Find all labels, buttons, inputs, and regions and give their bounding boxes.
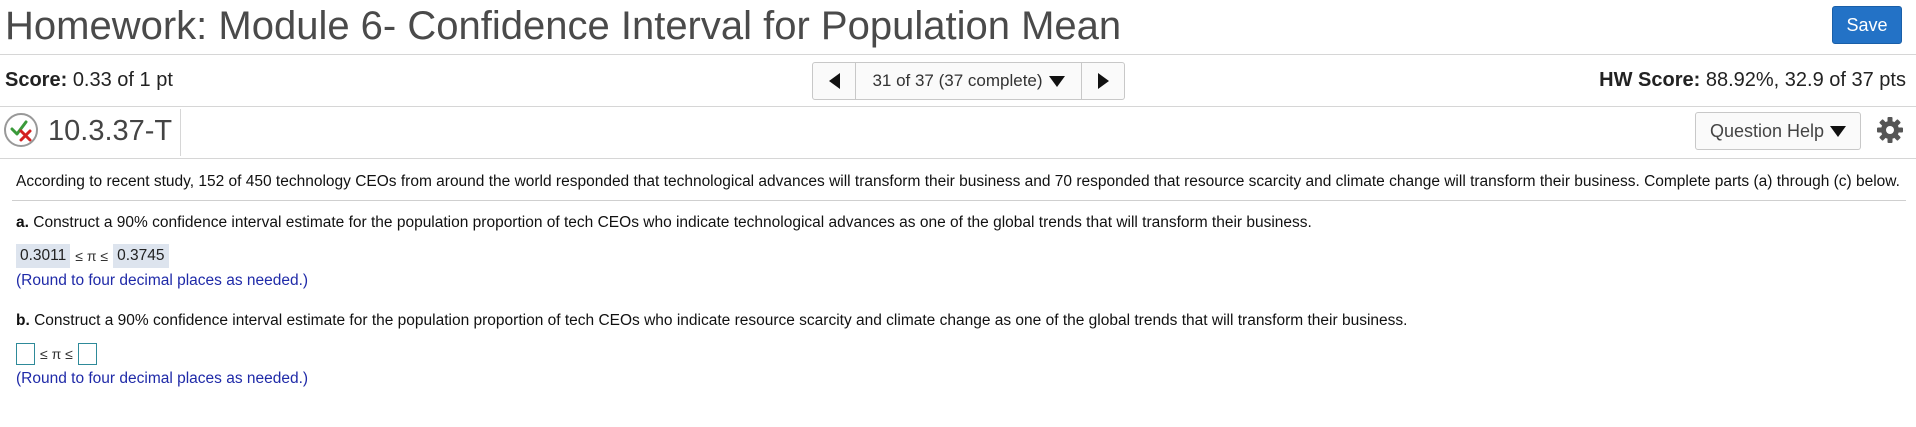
hw-score-value: 88.92%, 32.9 of 37 pts	[1705, 69, 1906, 91]
progress-text: 31 of 37 (37 complete)	[872, 71, 1043, 90]
part-a-text: Construct a 90% confidence interval esti…	[33, 214, 1312, 231]
divider	[12, 200, 1906, 201]
divider	[180, 109, 181, 156]
question-help-button[interactable]: Question Help	[1695, 112, 1861, 150]
question-pager: 31 of 37 (37 complete)	[812, 62, 1125, 100]
partial-credit-check-x-icon	[4, 113, 38, 147]
question-content: According to recent study, 152 of 450 te…	[12, 171, 1906, 389]
hw-score-label: HW Score:	[1599, 69, 1701, 91]
part-a-answer: 0.3011 ≤ π ≤ 0.3745	[16, 244, 1900, 268]
triangle-down-icon	[1048, 75, 1065, 87]
rounding-hint: (Round to four decimal places as needed.…	[16, 272, 309, 289]
part-a-upper-bound[interactable]: 0.3745	[113, 244, 169, 268]
question-help-label: Question Help	[1709, 120, 1825, 141]
part-b-answer: ≤ π ≤	[16, 342, 1900, 366]
part-a-lower-bound[interactable]: 0.3011	[16, 244, 71, 268]
score-label: Score:	[5, 69, 68, 91]
gear-icon[interactable]	[1874, 114, 1906, 146]
question-header: 10.3.37-T Question Help	[0, 107, 1916, 159]
question-select-dropdown[interactable]: 31 of 37 (37 complete)	[856, 63, 1081, 99]
header-bar: Homework: Module 6- Confidence Interval …	[0, 0, 1916, 55]
next-question-button[interactable]	[1081, 63, 1124, 99]
save-button[interactable]: Save	[1832, 6, 1902, 44]
question-intro: According to recent study, 152 of 450 te…	[16, 173, 1900, 190]
hw-score: HW Score: 88.92%, 32.9 of 37 pts	[1599, 69, 1906, 92]
part-b-text: Construct a 90% confidence interval esti…	[34, 312, 1408, 329]
score-bar: Score: 0.33 of 1 pt 31 of 37 (37 complet…	[0, 55, 1916, 107]
page-title: Homework: Module 6- Confidence Interval …	[5, 4, 1122, 48]
previous-question-button[interactable]	[813, 63, 856, 99]
triangle-down-icon	[1830, 125, 1847, 137]
inequality-symbols: ≤ π ≤	[75, 248, 109, 264]
part-b-label: b.	[16, 312, 30, 329]
question-id: 10.3.37-T	[48, 115, 173, 147]
part-a-label: a.	[16, 214, 29, 231]
triangle-right-icon	[1097, 73, 1109, 89]
rounding-hint: (Round to four decimal places as needed.…	[16, 370, 309, 387]
part-a-prompt: a. Construct a 90% confidence interval e…	[16, 213, 1900, 233]
part-b-prompt: b. Construct a 90% confidence interval e…	[16, 311, 1900, 331]
part-b-lower-input[interactable]	[16, 343, 35, 365]
part-b-upper-input[interactable]	[77, 343, 97, 365]
triangle-left-icon	[828, 73, 840, 89]
score-value: 0.33 of 1 pt	[72, 69, 173, 91]
question-score: Score: 0.33 of 1 pt	[5, 69, 173, 92]
inequality-symbols: ≤ π ≤	[40, 346, 73, 362]
